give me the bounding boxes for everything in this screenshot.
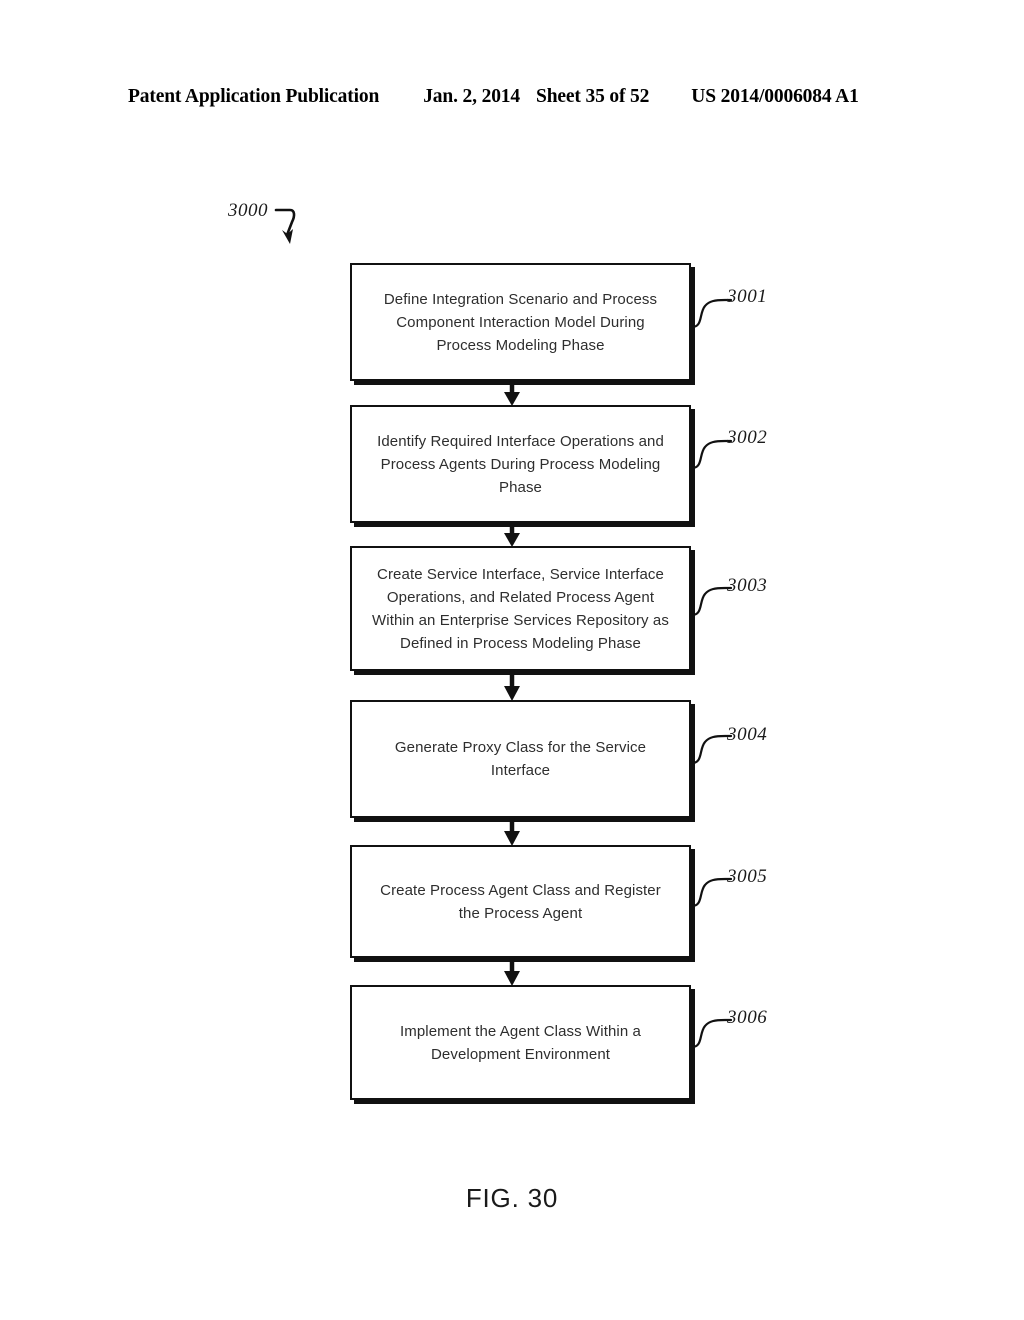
process-step-box-4: Generate Proxy Class for the Service Int…: [350, 700, 691, 818]
process-step-text-6: Implement the Agent Class Within a Devel…: [399, 1022, 641, 1063]
process-step-box-6: Implement the Agent Class Within a Devel…: [350, 985, 691, 1100]
flow-connector-arrow-2: [504, 523, 520, 547]
process-step-text-5: Create Process Agent Class and Register …: [380, 881, 661, 922]
process-step-text-4: Generate Proxy Class for the Service Int…: [394, 739, 647, 779]
reference-numeral-3001: 3001: [727, 286, 768, 307]
flowchart-diagram: 3000 Define Integration Scenario and Pro…: [0, 0, 1024, 1320]
flow-connector-arrow-3: [504, 671, 520, 701]
process-step-box-1: Define Integration Scenario and Process …: [350, 263, 691, 381]
reference-numeral-3003: 3003: [727, 575, 768, 596]
process-step-text-2: Identify Required Interface Operations a…: [377, 432, 664, 496]
process-step-box-2: Identify Required Interface Operations a…: [350, 405, 691, 523]
diagram-reference-label: 3000: [228, 200, 268, 221]
diagram-reference-arrow-icon: [274, 208, 296, 244]
diagram-reference-3000: 3000: [228, 200, 318, 260]
process-step-box-5: Create Process Agent Class and Register …: [350, 845, 691, 958]
flow-connector-arrow-1: [504, 381, 520, 406]
reference-numeral-3005: 3005: [727, 866, 768, 887]
reference-numeral-3006: 3006: [727, 1007, 768, 1028]
process-step-box-3: Create Service Interface, Service Interf…: [350, 546, 691, 671]
process-step-text-3: Create Service Interface, Service Interf…: [372, 565, 669, 652]
flow-connector-arrow-5: [504, 958, 520, 986]
process-step-text-1: Define Integration Scenario and Process …: [383, 290, 658, 354]
reference-numeral-3004: 3004: [727, 724, 768, 745]
reference-numeral-3002: 3002: [727, 427, 768, 448]
figure-caption: FIG. 30: [465, 1183, 559, 1213]
flow-connector-arrow-4: [504, 818, 520, 846]
